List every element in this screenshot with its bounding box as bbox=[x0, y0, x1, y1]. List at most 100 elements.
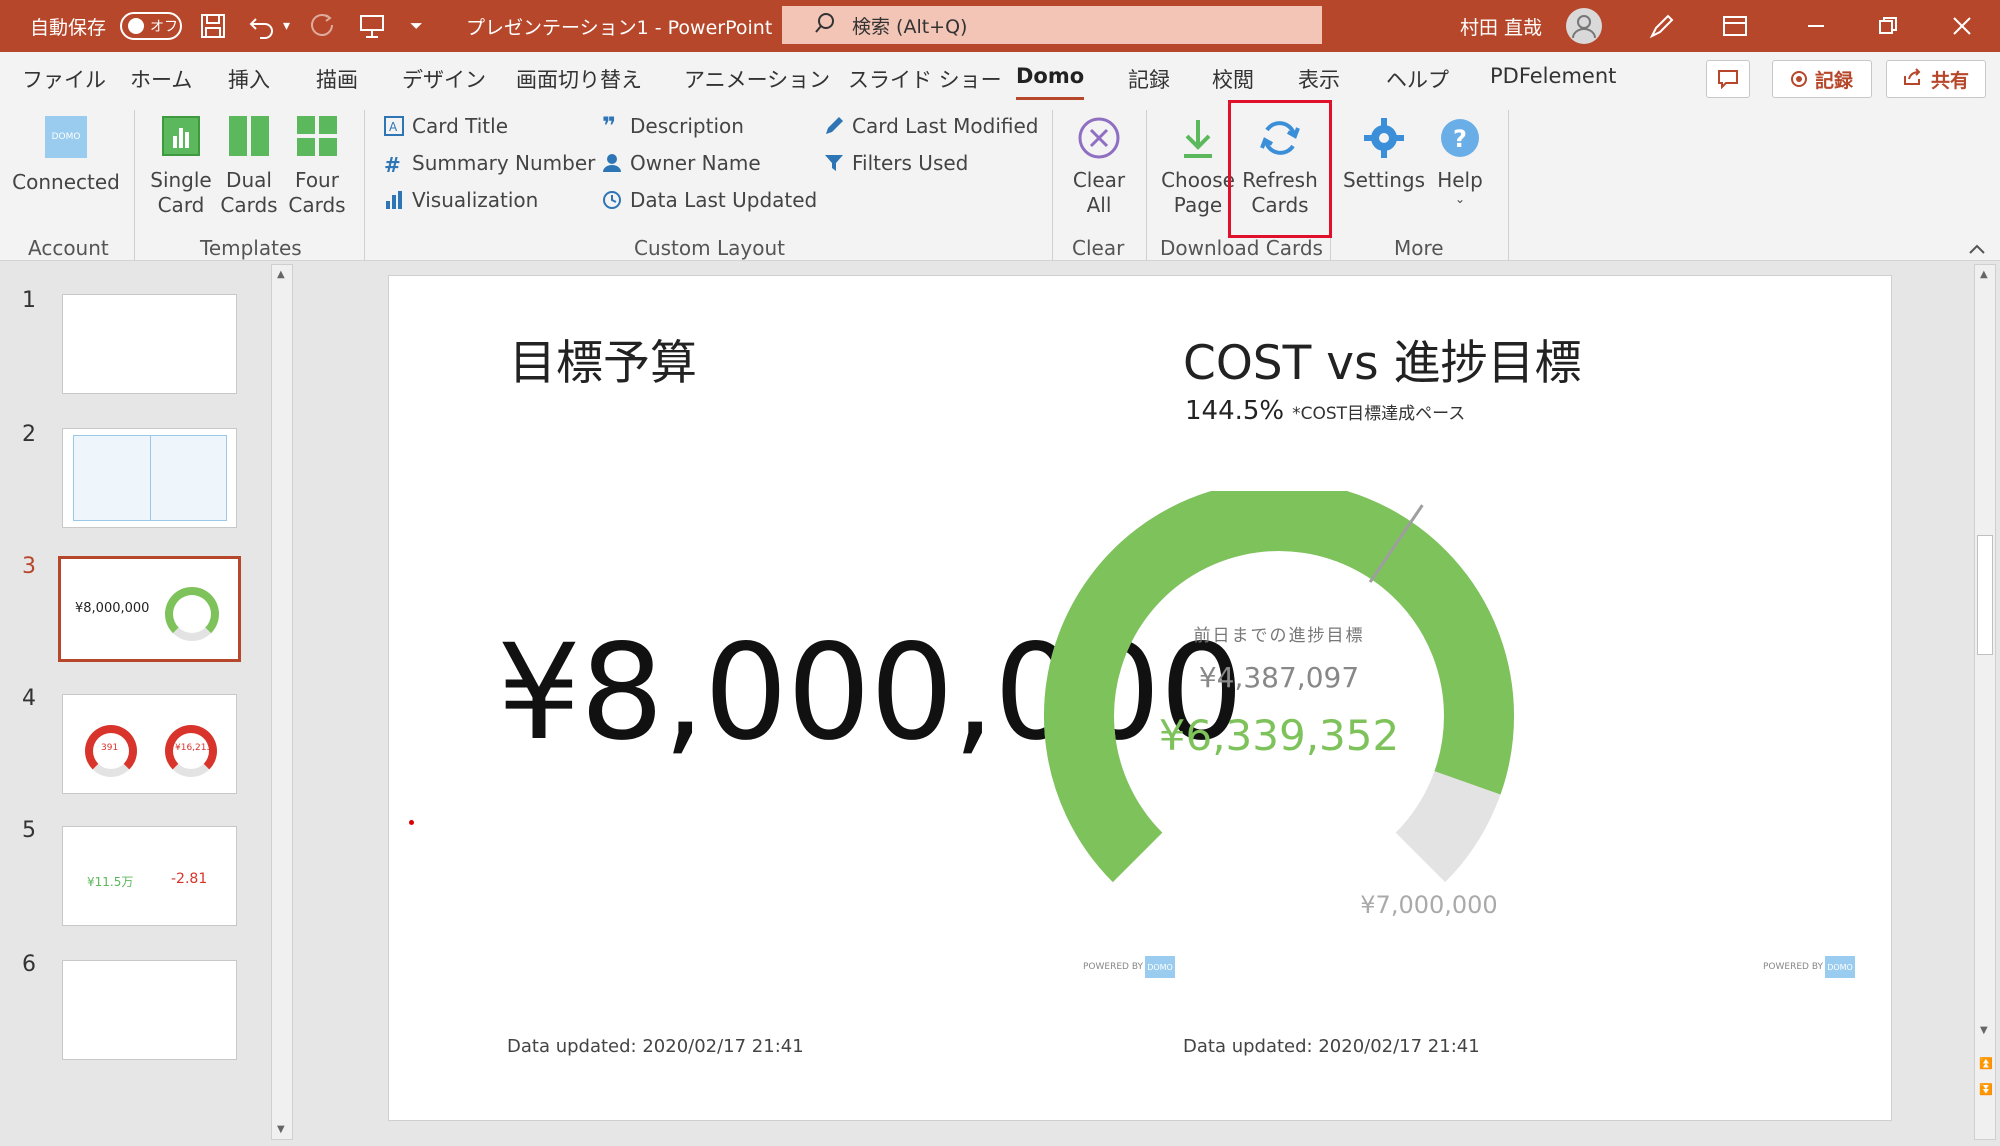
right-card-summary[interactable]: 144.5% *COST目標達成ペース bbox=[1185, 396, 1465, 426]
group-custom-layout-label: Custom Layout bbox=[634, 236, 785, 260]
tab-draw[interactable]: 描画 bbox=[316, 64, 358, 94]
download-icon bbox=[1176, 116, 1220, 160]
left-card-title[interactable]: 目標予算 bbox=[509, 324, 697, 393]
slide-thumbnail-5[interactable]: ¥11.5万 -2.81 bbox=[62, 826, 237, 926]
tab-file[interactable]: ファイル bbox=[22, 64, 106, 94]
powered-by-domo: POWERED BY DOMO bbox=[1763, 956, 1856, 978]
data-last-updated-button[interactable]: Data Last Updated bbox=[602, 188, 817, 212]
card-last-modified-button[interactable]: Card Last Modified bbox=[824, 114, 1039, 138]
tab-view[interactable]: 表示 bbox=[1298, 64, 1340, 94]
slide-thumbnail-4[interactable]: 391 ¥16,213 bbox=[62, 694, 237, 794]
filter-icon bbox=[824, 153, 844, 173]
avatar[interactable] bbox=[1566, 8, 1602, 44]
owner-name-label: Owner Name bbox=[630, 151, 761, 175]
domo-logo: DOMO bbox=[1145, 956, 1176, 978]
scroll-up-icon[interactable]: ▲ bbox=[277, 269, 285, 280]
four-cards-button[interactable]: Four Cards bbox=[284, 116, 350, 218]
scroll-down-icon[interactable]: ▼ bbox=[1980, 1025, 1988, 1036]
tab-help[interactable]: ヘルプ bbox=[1386, 64, 1449, 94]
left-card-footer: Data updated: 2020/02/17 21:41 bbox=[507, 1036, 804, 1057]
owner-name-button[interactable]: Owner Name bbox=[602, 151, 761, 175]
pen-icon[interactable] bbox=[1648, 0, 1676, 52]
autosave-toggle[interactable]: オフ bbox=[120, 12, 182, 40]
group-templates-label: Templates bbox=[200, 236, 302, 260]
presentation-icon[interactable] bbox=[358, 0, 386, 52]
filters-used-button[interactable]: Filters Used bbox=[824, 151, 968, 175]
help-button[interactable]: ? Help ⌄ bbox=[1432, 116, 1488, 205]
description-button[interactable]: ❞ Description bbox=[602, 114, 744, 138]
pencil-icon bbox=[824, 116, 844, 136]
slide-thumbnail-2[interactable] bbox=[62, 428, 237, 528]
tab-slideshow[interactable]: スライド ショー bbox=[848, 64, 1002, 94]
scroll-thumb[interactable] bbox=[1977, 535, 1993, 655]
restore-icon[interactable] bbox=[1878, 0, 1898, 52]
choose-page-button[interactable]: Choose Page bbox=[1158, 116, 1238, 218]
thumb-value: 391 bbox=[101, 743, 119, 753]
tab-record[interactable]: 記録 bbox=[1128, 64, 1170, 94]
undo-icon[interactable] bbox=[248, 0, 278, 52]
choose-page-label-1: Choose bbox=[1161, 168, 1235, 192]
card-last-modified-label: Card Last Modified bbox=[852, 114, 1039, 138]
tab-home[interactable]: ホーム bbox=[130, 64, 192, 94]
scroll-down-icon[interactable]: ▼ bbox=[277, 1124, 285, 1135]
record-button[interactable]: 記録 bbox=[1772, 60, 1872, 98]
ribbon-display-icon[interactable] bbox=[1722, 0, 1748, 52]
connected-button[interactable]: DOMO Connected bbox=[12, 116, 120, 195]
next-slide-icon[interactable]: ⏬ bbox=[1979, 1083, 1993, 1096]
visualization-button[interactable]: Visualization bbox=[384, 188, 538, 212]
share-button[interactable]: 共有 bbox=[1886, 60, 1986, 98]
summary-number-button[interactable]: # Summary Number bbox=[384, 151, 595, 177]
slide-number: 3 bbox=[22, 554, 36, 579]
scroll-up-icon[interactable]: ▲ bbox=[1980, 269, 1988, 280]
card-title-label: Card Title bbox=[412, 114, 509, 138]
clear-all-button[interactable]: Clear All bbox=[1068, 116, 1130, 218]
card-title-button[interactable]: A Card Title bbox=[384, 114, 508, 138]
title-bar: 自動保存 オフ ▾ ⏷ プレゼンテーション1 - PowerPoint 検索 (… bbox=[0, 0, 2000, 52]
thumbnail-scrollbar[interactable]: ▲ ▼ bbox=[271, 264, 293, 1140]
data-last-updated-label: Data Last Updated bbox=[630, 188, 818, 212]
clear-all-label-2: All bbox=[1086, 193, 1112, 217]
gauge-target-value: ¥4,387,097 bbox=[1198, 661, 1360, 694]
single-card-button[interactable]: Single Card bbox=[148, 116, 214, 218]
minimize-icon[interactable] bbox=[1806, 0, 1826, 52]
slide-thumbnail-6[interactable] bbox=[62, 960, 237, 1060]
right-card-title[interactable]: COST vs 進捗目標 bbox=[1183, 324, 1582, 393]
svg-text:A: A bbox=[389, 120, 398, 134]
right-card-footer: Data updated: 2020/02/17 21:41 bbox=[1183, 1036, 1480, 1057]
tab-review[interactable]: 校閲 bbox=[1212, 64, 1254, 94]
tab-animations[interactable]: アニメーション bbox=[684, 64, 830, 94]
dual-cards-button[interactable]: Dual Cards bbox=[218, 116, 280, 218]
user-name[interactable]: 村田 直哉 bbox=[1460, 0, 1542, 52]
slide-canvas[interactable]: 目標予算 ¥8,000,000 POWERED BY DOMO Data upd… bbox=[388, 275, 1892, 1121]
summary-note: *COST目標達成ペース bbox=[1292, 404, 1466, 424]
thumb-value: ¥11.5万 bbox=[87, 875, 134, 889]
undo-dropdown-icon[interactable]: ▾ bbox=[283, 0, 290, 52]
four-cards-label-1: Four bbox=[295, 168, 339, 192]
ribbon-separator bbox=[1146, 110, 1147, 260]
clear-x-icon bbox=[1077, 116, 1121, 160]
thumb-gauge bbox=[165, 587, 219, 641]
settings-button[interactable]: Settings bbox=[1342, 116, 1426, 193]
slide-scrollbar[interactable]: ▲ ▼ ⏫ ⏬ bbox=[1974, 264, 1996, 1140]
quote-icon: ❞ bbox=[602, 112, 617, 140]
tab-insert[interactable]: 挿入 bbox=[228, 64, 270, 94]
ribbon-tabs: ファイル ホーム 挿入 描画 デザイン 画面切り替え アニメーション スライド … bbox=[0, 52, 2000, 106]
domo-logo-icon: DOMO bbox=[45, 116, 87, 158]
slide-thumbnail-1[interactable] bbox=[62, 294, 237, 394]
customize-toolbar-icon[interactable]: ⏷ bbox=[410, 0, 423, 52]
tab-pdfelement[interactable]: PDFelement bbox=[1490, 64, 1616, 88]
comments-button[interactable] bbox=[1706, 60, 1750, 98]
slide-number: 2 bbox=[22, 422, 36, 447]
close-icon[interactable] bbox=[1952, 0, 1972, 52]
tab-design[interactable]: デザイン bbox=[402, 64, 486, 94]
slide-thumbnail-3[interactable]: ¥8,000,000 bbox=[58, 556, 241, 662]
redo-icon[interactable] bbox=[308, 0, 336, 52]
help-icon: ? bbox=[1438, 116, 1482, 160]
save-icon[interactable] bbox=[200, 0, 226, 52]
tab-domo[interactable]: Domo bbox=[1016, 64, 1085, 100]
choose-page-label-2: Page bbox=[1173, 193, 1223, 217]
search-box[interactable]: 検索 (Alt+Q) bbox=[782, 6, 1322, 44]
collapse-ribbon-icon[interactable] bbox=[1968, 240, 1986, 259]
tab-transitions[interactable]: 画面切り替え bbox=[516, 64, 642, 94]
previous-slide-icon[interactable]: ⏫ bbox=[1979, 1057, 1993, 1070]
